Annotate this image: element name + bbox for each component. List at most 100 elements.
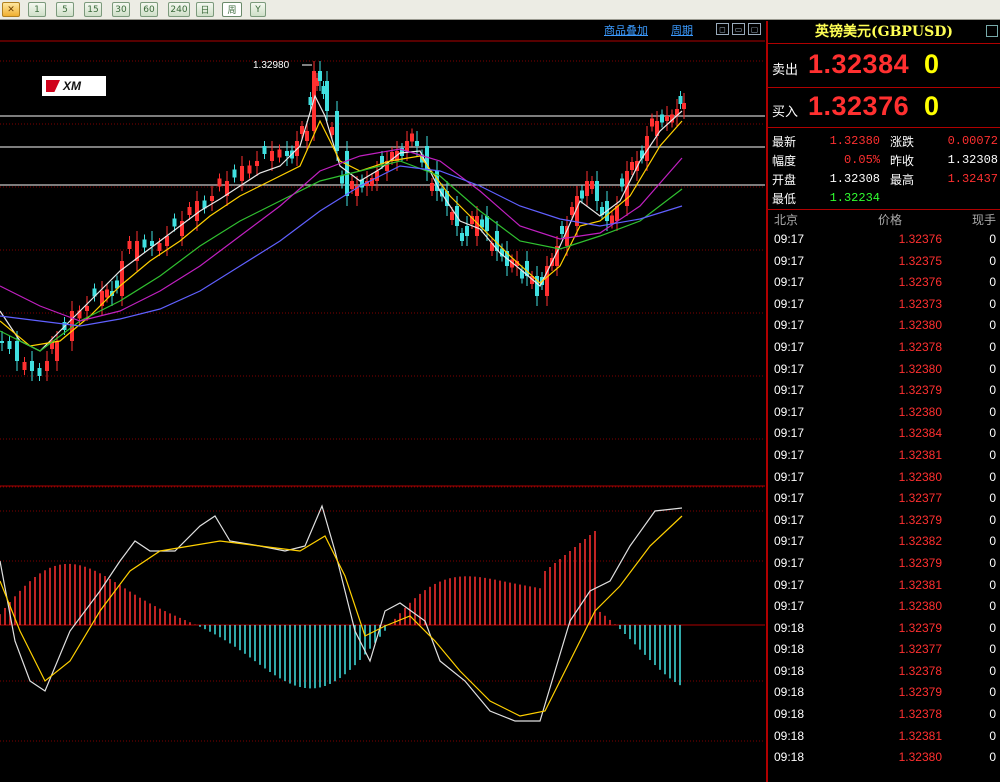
tick-row[interactable]: 09:18 1.32380 0: [768, 747, 1000, 769]
candle-body: [410, 133, 414, 142]
candle-body: [405, 141, 409, 151]
candle-body: [270, 151, 274, 161]
tick-time: 09:18: [774, 663, 805, 678]
tick-time: 09:17: [774, 469, 805, 484]
tick-row[interactable]: 09:17 1.32376 0: [768, 229, 1000, 251]
tick-volume: 0: [989, 361, 996, 376]
tick-price: 1.32380: [898, 599, 942, 614]
panel-menu-icon[interactable]: [986, 25, 998, 37]
maximize-icon[interactable]: ▢: [748, 23, 761, 35]
tick-row[interactable]: 09:17 1.32373 0: [768, 294, 1000, 316]
tick-price: 1.32378: [898, 339, 942, 354]
candle-body: [678, 96, 683, 104]
tick-row[interactable]: 09:17 1.32375 0: [768, 251, 1000, 273]
candle-body: [247, 165, 252, 174]
tick-time: 09:17: [774, 534, 805, 549]
tick-volume: 0: [989, 426, 996, 441]
minimize-icon[interactable]: ◻: [716, 23, 729, 35]
tick-time: 09:18: [774, 707, 805, 722]
candle-body: [450, 212, 454, 220]
period-5m-button[interactable]: 5: [56, 2, 74, 17]
candle-body: [240, 166, 244, 181]
tick-row[interactable]: 09:18 1.32378 0: [768, 661, 1000, 683]
tick-row[interactable]: 09:17 1.32384 0: [768, 423, 1000, 445]
candle-body: [255, 161, 259, 166]
chart-canvas[interactable]: 1.32980: [0, 21, 765, 782]
candle-body: [415, 141, 419, 146]
tick-time: 09:17: [774, 512, 805, 527]
candle-body: [460, 233, 464, 241]
candle-body: [37, 368, 42, 376]
tick-price: 1.32381: [898, 577, 942, 592]
period-day-button[interactable]: 日: [196, 2, 214, 17]
period-1m-button[interactable]: 1: [28, 2, 46, 17]
period-year-button[interactable]: Y: [250, 2, 266, 17]
tick-list[interactable]: 09:17 1.32376 0 09:17 1.32375 0 09:17 1.32376 0 0…: [768, 229, 1000, 769]
tick-price: 1.32380: [898, 318, 942, 333]
tick-price: 1.32377: [898, 491, 942, 506]
tick-row[interactable]: 09:18 1.32379 0: [768, 618, 1000, 640]
latest-value: 1.32380: [829, 134, 880, 148]
candle-body: [172, 218, 177, 227]
tick-row[interactable]: 09:17 1.32380 0: [768, 315, 1000, 337]
tick-row[interactable]: 09:17 1.32379 0: [768, 553, 1000, 575]
candle-body: [485, 216, 489, 231]
tick-volume: 0: [989, 275, 996, 290]
low-label: 最低: [772, 192, 797, 206]
candle-body: [105, 289, 109, 298]
low-value: 1.32234: [829, 191, 880, 205]
candle-body: [7, 341, 12, 349]
tick-volume: 0: [989, 318, 996, 333]
period-link[interactable]: 周期: [671, 22, 693, 38]
candle-body: [335, 111, 339, 151]
candle-body: [610, 215, 614, 224]
tick-row[interactable]: 09:17 1.32380 0: [768, 596, 1000, 618]
candle-body: [285, 151, 289, 156]
overlay-link[interactable]: 商品叠加: [604, 22, 648, 38]
period-30m-button[interactable]: 30: [112, 2, 130, 17]
tick-row[interactable]: 09:17 1.32381 0: [768, 445, 1000, 467]
tick-row[interactable]: 09:17 1.32376 0: [768, 272, 1000, 294]
tick-price: 1.32377: [898, 642, 942, 657]
close-icon[interactable]: ✕: [2, 2, 20, 17]
price-chart[interactable]: 1.32980 商品叠加 周期 ◻ ▭ ▢ XM: [0, 21, 765, 782]
tick-price: 1.32380: [898, 469, 942, 484]
tick-row[interactable]: 09:17 1.32381 0: [768, 575, 1000, 597]
tick-volume: 0: [989, 253, 996, 268]
xm-logo-mark-icon: [46, 80, 60, 92]
candle-body: [585, 181, 589, 196]
period-60m-button[interactable]: 60: [140, 2, 158, 17]
candle-body: [660, 114, 664, 123]
candle-body: [590, 181, 594, 189]
candle-body: [305, 131, 309, 141]
tick-row[interactable]: 09:17 1.32377 0: [768, 488, 1000, 510]
period-240m-button[interactable]: 240: [168, 2, 190, 17]
candle-body: [55, 341, 59, 361]
tick-row[interactable]: 09:18 1.32379 0: [768, 682, 1000, 704]
candle-body: [187, 207, 192, 215]
buy-price: 1.32376: [808, 91, 910, 121]
period-week-button[interactable]: 周: [222, 2, 242, 17]
tick-price: 1.32376: [898, 232, 942, 246]
tick-row[interactable]: 09:17 1.32382 0: [768, 531, 1000, 553]
tick-time: 09:17: [774, 426, 805, 441]
tick-price: 1.32379: [898, 620, 942, 635]
tick-row[interactable]: 09:17 1.32379 0: [768, 380, 1000, 402]
tick-row[interactable]: 09:18 1.32377 0: [768, 639, 1000, 661]
tick-price: 1.32382: [898, 534, 942, 549]
tick-time: 09:17: [774, 275, 805, 290]
tick-row[interactable]: 09:17 1.32380 0: [768, 359, 1000, 381]
tick-row[interactable]: 09:18 1.32378 0: [768, 704, 1000, 726]
window-icon[interactable]: ▭: [732, 23, 745, 35]
tick-row[interactable]: 09:17 1.32380 0: [768, 467, 1000, 489]
period-15m-button[interactable]: 15: [84, 2, 102, 17]
tick-time: 09:18: [774, 642, 805, 657]
candle-body: [580, 190, 584, 199]
tick-row[interactable]: 09:17 1.32378 0: [768, 337, 1000, 359]
tick-row[interactable]: 09:17 1.32380 0: [768, 402, 1000, 424]
candle-body: [30, 361, 34, 371]
tick-row[interactable]: 09:18 1.32381 0: [768, 726, 1000, 748]
tick-time: 09:17: [774, 447, 805, 462]
tick-row[interactable]: 09:17 1.32379 0: [768, 510, 1000, 532]
candle-body: [232, 169, 237, 178]
